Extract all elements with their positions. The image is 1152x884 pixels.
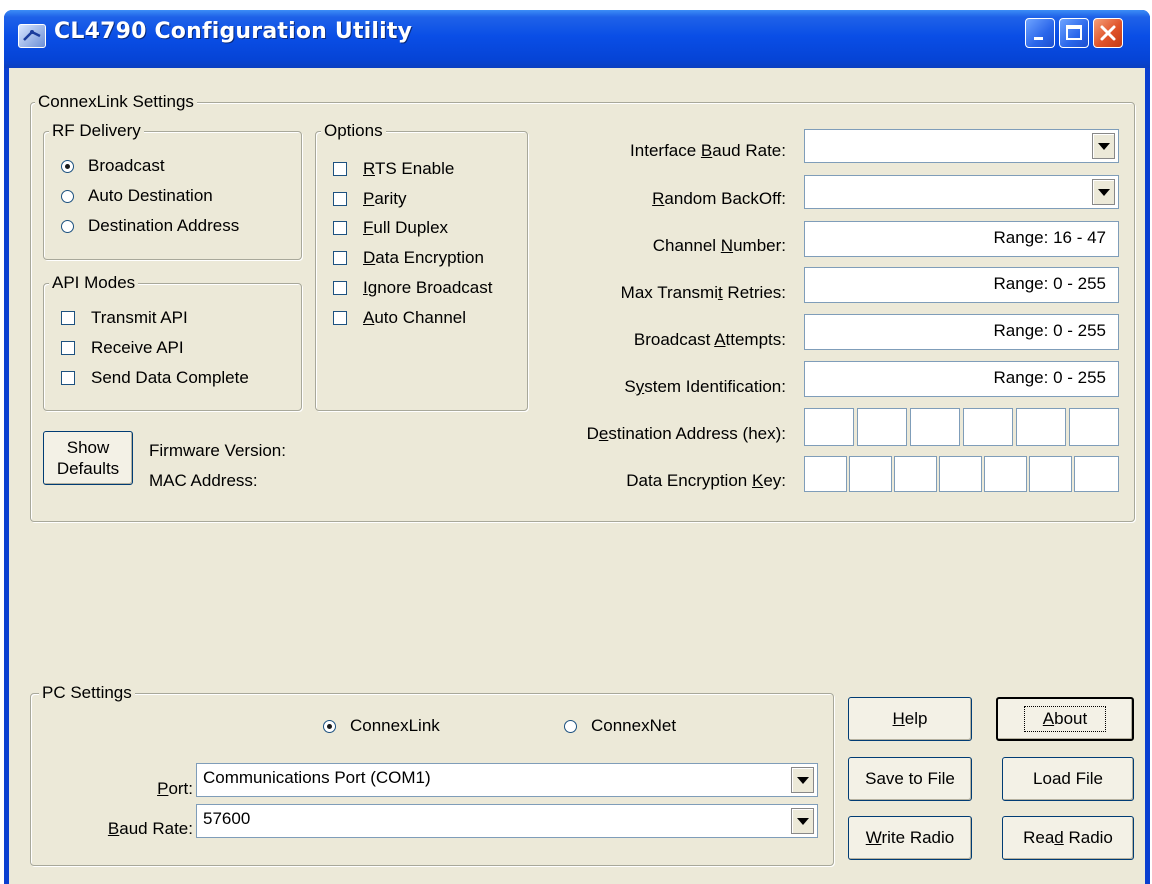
- firmware-version-label: Firmware Version:: [149, 441, 286, 460]
- send-data-complete-checkbox[interactable]: Send Data Complete: [61, 368, 249, 388]
- encryption-key-byte-6[interactable]: [1029, 456, 1072, 492]
- data-encryption-key-label: Data Encryption Key:: [626, 471, 786, 490]
- port-label: Port:: [157, 779, 193, 798]
- random-backoff-label: Random BackOff:: [652, 189, 786, 208]
- api-modes-label: API Modes: [49, 273, 139, 293]
- checkbox-box: [61, 341, 75, 355]
- rf-auto-destination-radio[interactable]: Auto Destination: [61, 186, 213, 206]
- destination-address-byte-4[interactable]: [963, 408, 1013, 446]
- minimize-icon: [1034, 37, 1043, 40]
- receive-api-checkbox[interactable]: Receive API: [61, 338, 184, 358]
- checkbox-box: [333, 192, 347, 206]
- close-icon: [1100, 25, 1116, 41]
- radio-indicator: [61, 189, 74, 203]
- about-button[interactable]: About: [996, 697, 1134, 741]
- checkbox-box: [61, 371, 75, 385]
- broadcast-attempts-input[interactable]: Range: 0 - 255: [804, 314, 1119, 350]
- checkbox-box: [61, 311, 75, 325]
- interface-baud-rate-label: Interface Baud Rate:: [630, 141, 786, 160]
- dropdown-arrow-icon[interactable]: [1092, 179, 1115, 205]
- data-encryption-checkbox[interactable]: Data Encryption: [333, 248, 484, 268]
- options-label: Options: [321, 121, 386, 141]
- destination-address-byte-5[interactable]: [1016, 408, 1066, 446]
- radio-selected-indicator: [323, 719, 336, 733]
- destination-address-byte-1[interactable]: [804, 408, 854, 446]
- encryption-key-byte-4[interactable]: [939, 456, 982, 492]
- dropdown-arrow-icon[interactable]: [1092, 133, 1115, 159]
- system-identification-label: System Identification:: [624, 377, 786, 396]
- pc-settings-label: PC Settings: [39, 683, 135, 703]
- encryption-key-byte-7[interactable]: [1074, 456, 1119, 492]
- full-duplex-checkbox[interactable]: Full Duplex: [333, 218, 448, 238]
- help-button[interactable]: Help: [848, 697, 972, 741]
- port-select[interactable]: Communications Port (COM1): [196, 763, 818, 797]
- rf-destination-address-radio[interactable]: Destination Address: [61, 216, 239, 236]
- show-defaults-button[interactable]: Show Defaults: [43, 431, 133, 485]
- checkbox-box: [333, 221, 347, 235]
- rf-broadcast-radio[interactable]: Broadcast: [61, 156, 165, 176]
- baud-rate-select[interactable]: 57600: [196, 804, 818, 838]
- encryption-key-byte-1[interactable]: [804, 456, 847, 492]
- destination-address-byte-2[interactable]: [857, 408, 907, 446]
- checkbox-box: [333, 311, 347, 325]
- baud-rate-label: Baud Rate:: [107, 819, 193, 838]
- parity-checkbox[interactable]: Parity: [333, 189, 406, 209]
- system-identification-input[interactable]: Range: 0 - 255: [804, 361, 1119, 397]
- encryption-key-byte-3[interactable]: [894, 456, 937, 492]
- random-backoff-select[interactable]: [804, 175, 1119, 209]
- ignore-broadcast-checkbox[interactable]: Ignore Broadcast: [333, 278, 492, 298]
- maximize-icon: [1066, 25, 1082, 40]
- encryption-key-byte-2[interactable]: [849, 456, 892, 492]
- save-to-file-button[interactable]: Save to File: [848, 757, 972, 801]
- channel-number-input[interactable]: Range: 16 - 47: [804, 221, 1119, 257]
- radio-selected-indicator: [61, 159, 74, 173]
- checkbox-box: [333, 281, 347, 295]
- rf-delivery-label: RF Delivery: [49, 121, 144, 141]
- destination-address-label: Destination Address (hex):: [586, 424, 786, 443]
- destination-address-byte-3[interactable]: [910, 408, 960, 446]
- mac-address-label: MAC Address:: [149, 471, 258, 490]
- destination-address-byte-6[interactable]: [1069, 408, 1119, 446]
- dropdown-arrow-icon[interactable]: [791, 767, 814, 793]
- maximize-button[interactable]: [1059, 18, 1089, 48]
- radio-indicator: [61, 219, 74, 233]
- max-transmit-retries-label: Max Transmit Retries:: [620, 283, 786, 302]
- channel-number-label: Channel Number:: [652, 236, 786, 255]
- checkbox-box: [333, 162, 347, 176]
- load-file-button[interactable]: Load File: [1002, 757, 1134, 801]
- connexlink-settings-label: ConnexLink Settings: [35, 92, 197, 112]
- close-button[interactable]: [1093, 18, 1123, 48]
- interface-baud-rate-select[interactable]: [804, 129, 1119, 163]
- transmit-api-checkbox[interactable]: Transmit API: [61, 308, 188, 328]
- connexnet-mode-radio[interactable]: ConnexNet: [564, 716, 676, 736]
- max-transmit-retries-input[interactable]: Range: 0 - 255: [804, 267, 1119, 303]
- encryption-key-byte-5[interactable]: [984, 456, 1027, 492]
- app-icon[interactable]: [18, 24, 46, 48]
- read-radio-button[interactable]: Read Radio: [1002, 816, 1134, 860]
- radio-indicator: [564, 719, 577, 733]
- connexlink-mode-radio[interactable]: ConnexLink: [323, 716, 440, 736]
- rts-enable-checkbox[interactable]: RTS Enable: [333, 159, 454, 179]
- window-title: CL4790 Configuration Utility: [54, 19, 413, 44]
- minimize-button[interactable]: [1025, 18, 1055, 48]
- dropdown-arrow-icon[interactable]: [791, 808, 814, 834]
- checkbox-box: [333, 251, 347, 265]
- write-radio-button[interactable]: Write Radio: [848, 816, 972, 860]
- auto-channel-checkbox[interactable]: Auto Channel: [333, 308, 466, 328]
- client-area: ConnexLink Settings RF Delivery Broadcas…: [9, 68, 1145, 884]
- broadcast-attempts-label: Broadcast Attempts:: [633, 330, 786, 349]
